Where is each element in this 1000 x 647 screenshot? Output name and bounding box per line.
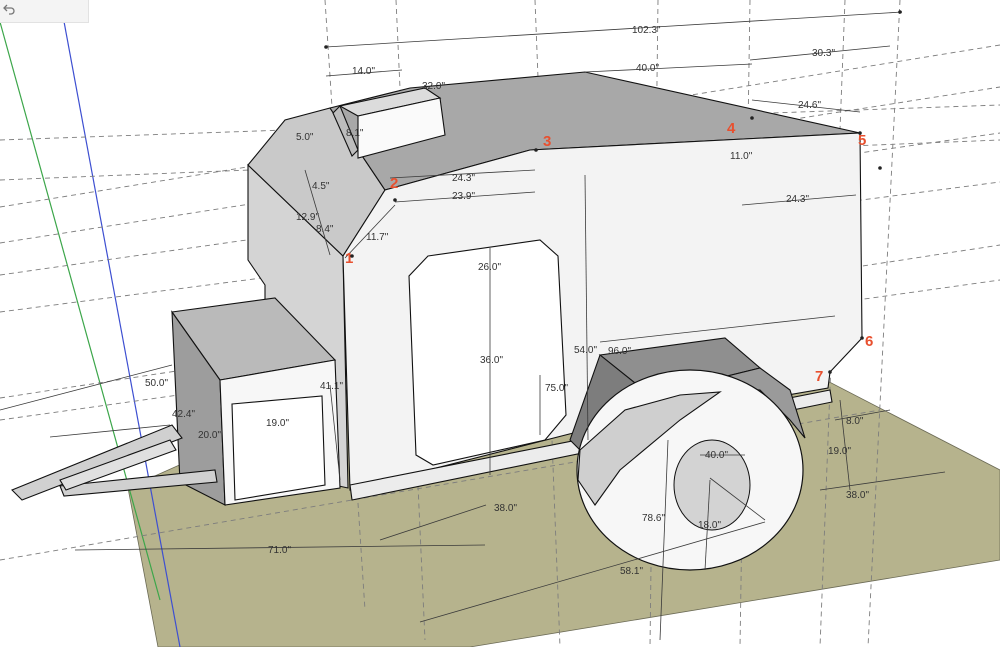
dim-label: 42.4"	[172, 409, 195, 420]
model-canvas[interactable]: 102.3" 30.3" 40.0" 14.0" 32.0" 24.6" 5.0…	[0, 0, 1000, 647]
dim-label: 12.9"	[296, 212, 319, 223]
dim-label: 23.9"	[452, 191, 475, 202]
point-label-6: 6	[865, 333, 873, 350]
dim-label: 24.3"	[452, 173, 475, 184]
dim-label: 32.0"	[422, 81, 445, 92]
point-label-1: 1	[345, 250, 353, 267]
dim-label: 40.0"	[636, 63, 659, 74]
dim-label: 36.0"	[480, 355, 503, 366]
dim-label: 5.0"	[296, 132, 314, 143]
dim-label: 58.1"	[620, 566, 643, 577]
dim-label: 41.1"	[320, 381, 343, 392]
dim-label: 20.0"	[198, 430, 221, 441]
point-label-4: 4	[727, 120, 736, 137]
point-label-3: 3	[543, 133, 551, 150]
undo-arrow-icon	[3, 4, 15, 15]
dim-label: 26.0"	[478, 262, 501, 273]
dim-label: 11.7"	[366, 232, 389, 243]
dim-label: 8.4"	[316, 224, 334, 235]
box-hatch[interactable]	[231, 395, 326, 501]
sketchup-viewport[interactable]: 102.3" 30.3" 40.0" 14.0" 32.0" 24.6" 5.0…	[0, 0, 1000, 647]
dim-label: 75.0"	[545, 383, 568, 394]
dim-label: 8.1"	[346, 128, 364, 139]
dim-label: 96.0"	[608, 346, 631, 357]
point-label-7: 7	[815, 368, 823, 385]
dim-label: 38.0"	[494, 503, 517, 514]
door[interactable]	[408, 239, 567, 466]
dim-label: 19.0"	[266, 418, 289, 429]
dim-label: 18.0"	[698, 520, 721, 531]
dim-label: 11.0"	[730, 151, 753, 162]
tongue-box[interactable]	[11, 297, 341, 506]
dim-label: 19.0"	[828, 446, 851, 457]
dim-label: 102.3"	[632, 25, 661, 36]
dim-label: 24.3"	[786, 194, 809, 205]
dim-label: 30.3"	[812, 48, 835, 59]
dim-label: 8.0"	[846, 416, 864, 427]
dim-label: 40.0"	[705, 450, 728, 461]
undo-button[interactable]	[0, 0, 89, 23]
dim-label: 14.0"	[352, 66, 375, 77]
point-label-2: 2	[390, 175, 398, 192]
dim-label: 4.5"	[312, 181, 330, 192]
dim-label: 50.0"	[145, 378, 168, 389]
dim-label: 71.0"	[268, 545, 291, 556]
dim-label: 54.0"	[574, 345, 597, 356]
dim-label: 78.6"	[642, 513, 665, 524]
dim-label: 38.0"	[846, 490, 869, 501]
dim-label: 24.6"	[798, 100, 821, 111]
